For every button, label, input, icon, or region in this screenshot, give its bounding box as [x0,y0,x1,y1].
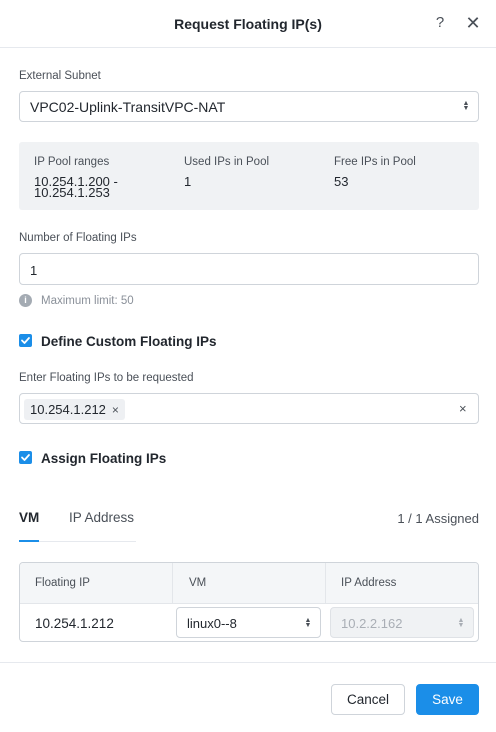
assignment-table: Floating IP VM IP Address 10.254.1.212 l… [19,562,479,642]
checkmark-icon [21,454,30,461]
assigned-status: 1 / 1 Assigned [397,511,479,526]
active-tab-indicator [19,540,39,542]
external-subnet-value: VPC02-Uplink-TransitVPC-NAT [30,99,226,115]
ip-address-select-value: 10.2.2.162 [341,616,403,631]
floating-ip-tag-text: 10.254.1.212 [30,402,106,417]
ip-address-select: 10.2.2.162 ▲ ▼ [330,607,474,638]
floating-ip-tag: 10.254.1.212 × [24,399,125,420]
cancel-button[interactable]: Cancel [331,684,405,715]
pool-ranges-value: 10.254.1.200 - 10.254.1.253 [34,175,118,200]
question-icon[interactable]: ? [432,14,448,32]
clear-icon[interactable]: × [459,401,467,416]
chevron-updown-icon: ▲ ▼ [457,617,465,629]
pool-free: Free IPs in Pool 53 [334,156,416,189]
chevron-updown-icon: ▲ ▼ [304,617,312,629]
save-button[interactable]: Save [416,684,479,715]
define-custom-ips-label[interactable]: Define Custom Floating IPs [41,334,217,349]
pool-used-value: 1 [184,174,192,189]
assign-floating-ips-checkbox[interactable] [19,451,32,464]
define-custom-ips-checkbox[interactable] [19,334,32,347]
enter-floating-ips-label: Enter Floating IPs to be requested [19,372,194,384]
maximum-limit-hint: Maximum limit: 50 [41,295,134,307]
assign-floating-ips-label[interactable]: Assign Floating IPs [41,451,166,466]
row-divider [20,603,478,604]
checkmark-icon [21,337,30,344]
footer-divider [0,662,496,663]
number-floating-ips-value: 1 [30,263,38,278]
row-floating-ip: 10.254.1.212 [35,616,114,631]
vm-select[interactable]: linux0--8 ▲ ▼ [176,607,321,638]
ip-pool-summary: IP Pool ranges 10.254.1.200 - 10.254.1.2… [19,142,479,210]
pool-used-label: Used IPs in Pool [184,156,270,168]
column-divider [325,563,326,603]
pool-ranges: IP Pool ranges 10.254.1.200 - 10.254.1.2… [34,156,118,200]
dialog-header: Request Floating IP(s) ? ✕ [0,0,496,48]
pool-free-label: Free IPs in Pool [334,156,416,168]
column-header-vm: VM [189,577,207,589]
vm-select-value: linux0--8 [187,616,237,631]
number-floating-ips-label: Number of Floating IPs [19,232,137,244]
dialog-title: Request Floating IP(s) [174,16,322,32]
info-icon: i [19,294,32,307]
tab-ip-address[interactable]: IP Address [69,510,134,525]
pool-ranges-label: IP Pool ranges [34,156,110,168]
column-header-ip-address: IP Address [341,577,397,589]
tab-vm[interactable]: VM [19,510,39,525]
external-subnet-select[interactable]: VPC02-Uplink-TransitVPC-NAT ▲ ▼ [19,91,479,122]
table-header: Floating IP VM IP Address [20,563,478,603]
close-icon[interactable]: ✕ [465,14,481,32]
external-subnet-label: External Subnet [19,70,101,82]
column-header-floating-ip: Floating IP [35,577,90,589]
chevron-updown-icon: ▲ ▼ [462,100,470,112]
column-divider [172,563,173,603]
tab-divider [39,541,136,542]
pool-used: Used IPs in Pool 1 [184,156,270,189]
pool-ranges-end: 10.254.1.253 [34,185,110,200]
tag-remove-icon[interactable]: × [112,403,119,417]
pool-free-value: 53 [334,174,349,189]
number-floating-ips-input[interactable]: 1 [19,253,479,285]
